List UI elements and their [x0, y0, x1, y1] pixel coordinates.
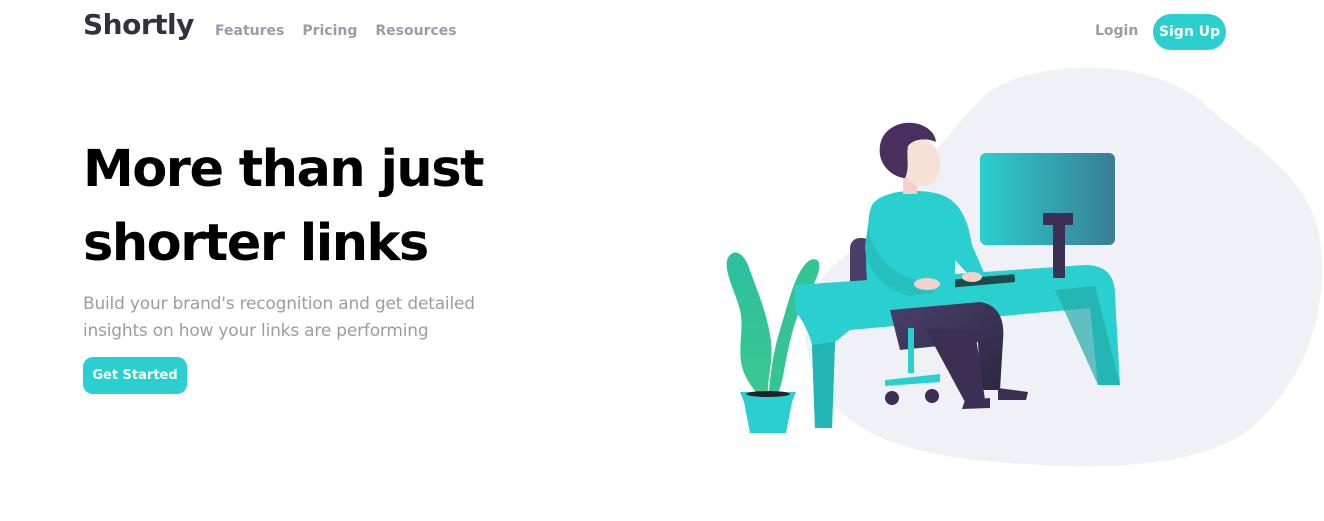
hero-title-line-2: shorter links: [83, 214, 429, 273]
nav-link-resources[interactable]: Resources: [375, 23, 456, 39]
get-started-button[interactable]: Get Started: [83, 357, 187, 394]
sign-up-button[interactable]: Sign Up: [1153, 14, 1226, 50]
nav-link-features[interactable]: Features: [215, 23, 284, 39]
logo[interactable]: Shortly: [83, 8, 194, 41]
hero-title-line-1: More than just: [83, 140, 484, 199]
nav-link-pricing[interactable]: Pricing: [302, 23, 357, 39]
landing-page: Shortly Features Pricing Resources Login…: [0, 0, 1324, 521]
person-working-illustration: [726, 67, 1322, 467]
plant-icon: [726, 252, 820, 433]
hero-title: More than just shorter links: [83, 133, 603, 281]
main-nav: Features Pricing Resources: [215, 23, 457, 39]
login-link[interactable]: Login: [1095, 23, 1138, 39]
hero-subtitle: Build your brand's recognition and get d…: [83, 294, 475, 341]
person-head: [879, 122, 941, 194]
